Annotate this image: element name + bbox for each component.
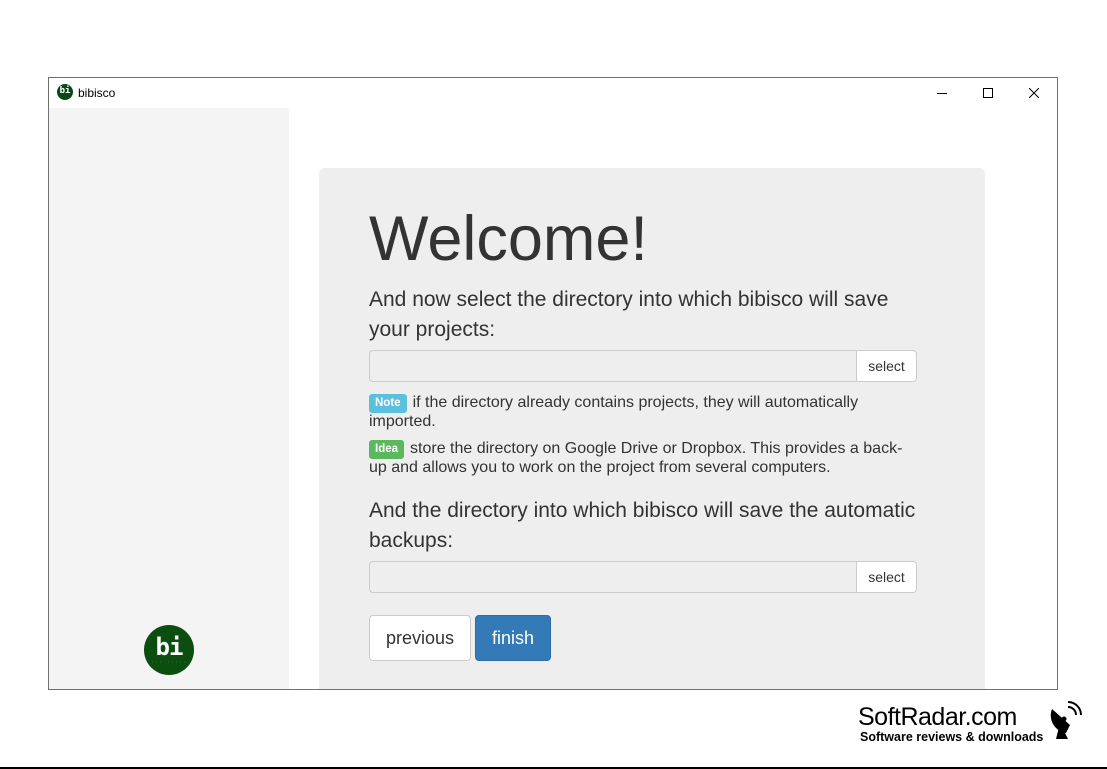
bibisco-logo: bi ··· ····· [144,625,194,675]
screen: bi bibisco bi ··· ····· Welcome! And now… [0,0,1107,769]
note-badge: Note [369,394,407,413]
logo-text: bi [155,633,184,661]
maximize-icon [983,88,993,98]
finish-button[interactable]: finish [475,615,551,661]
projects-select-button[interactable]: select [856,350,917,382]
projects-directory-prompt: And now select the directory into which … [369,288,889,341]
sidebar: bi ··· ····· [49,108,289,689]
minimize-button[interactable] [919,78,965,108]
note-text: if the directory already contains projec… [369,394,859,430]
logo-decoration: ··· ····· [150,660,188,666]
projects-directory-group: select [369,350,917,382]
backups-directory-prompt: And the directory into which bibisco wil… [369,499,916,552]
watermark-subtitle: Software reviews & downloads [860,730,1044,744]
welcome-heading: Welcome! [369,204,648,274]
previous-button[interactable]: previous [369,615,471,661]
watermark-title: SoftRadar.com [858,703,1017,731]
softradar-watermark: SoftRadar.com Software reviews & downloa… [858,701,1098,747]
welcome-panel: Welcome! And now select the directory in… [319,168,985,689]
backups-directory-group: select [369,561,917,593]
satellite-dish-icon [1050,701,1082,739]
maximize-button[interactable] [965,78,1011,108]
minimize-icon [937,93,947,94]
backups-directory-input[interactable] [369,561,856,593]
idea-badge: Idea [369,440,405,459]
idea-hint: Idea store the directory on Google Drive … [369,440,917,477]
projects-directory-input[interactable] [369,350,856,382]
backups-select-button[interactable]: select [856,561,917,593]
close-button[interactable] [1011,78,1057,108]
bibisco-app-icon: bi [57,84,73,100]
close-icon [1029,88,1039,98]
title-bar[interactable]: bi bibisco [49,78,1057,108]
note-hint: Note if the directory already contains pr… [369,394,917,431]
app-window: bi bibisco bi ··· ····· Welcome! And now… [48,77,1058,690]
main-content: Welcome! And now select the directory in… [289,108,1057,689]
idea-text: store the directory on Google Drive or D… [369,440,903,476]
window-title: bibisco [78,86,116,100]
wizard-actions: previous finish [369,615,551,661]
